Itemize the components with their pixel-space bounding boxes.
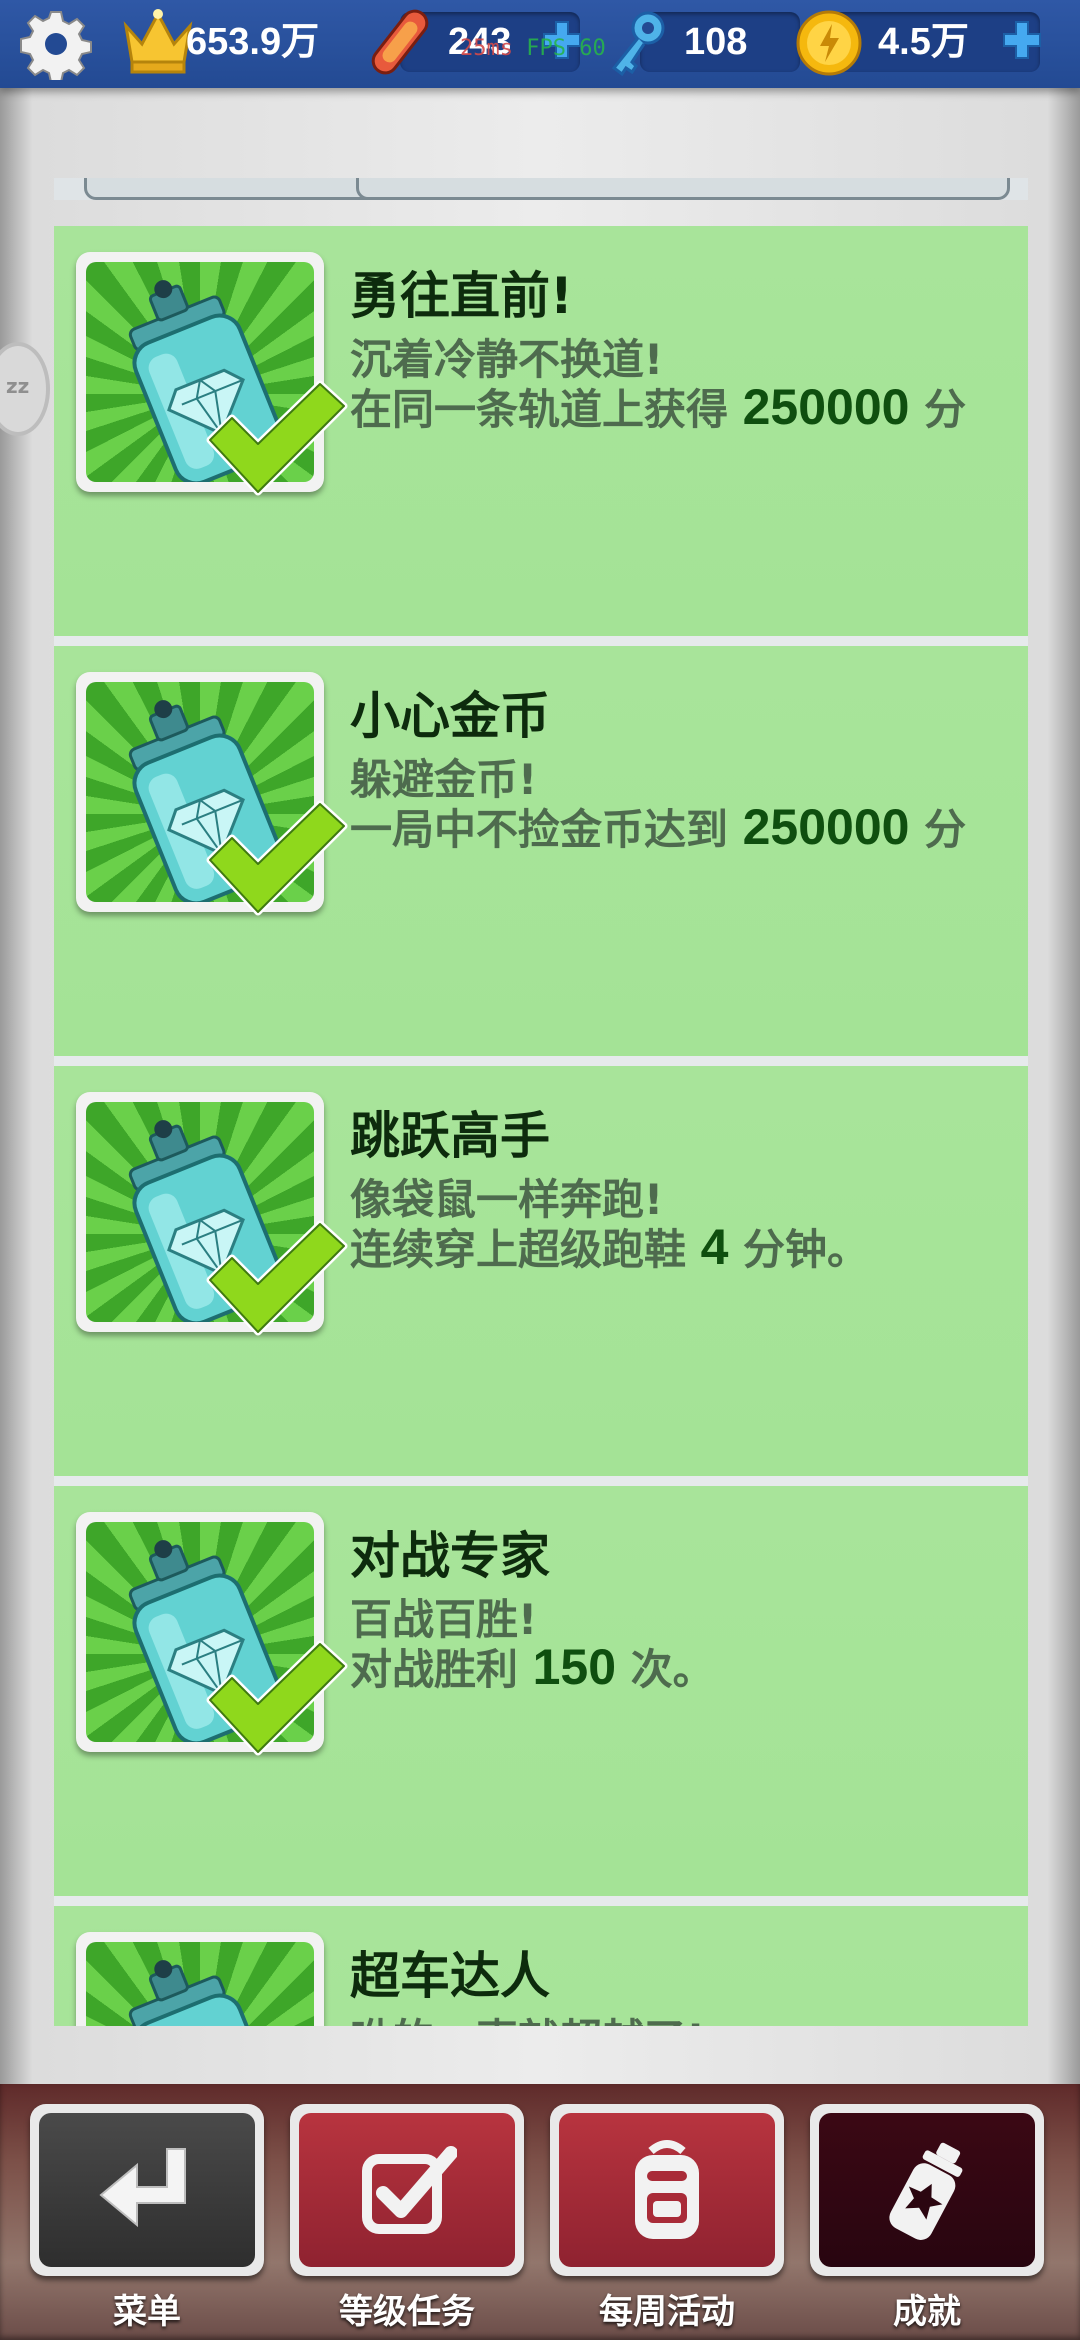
achievement-card[interactable]: 小心金币 躲避金币! 一局中不捡金币达到 250000 分 bbox=[54, 646, 1028, 1056]
achievement-requirement: 在同一条轨道上获得 250000 分 bbox=[350, 376, 966, 437]
completed-check-icon bbox=[206, 1220, 348, 1336]
side-tab-label: zz bbox=[6, 374, 30, 398]
achievement-badge bbox=[76, 1092, 348, 1336]
achievement-requirement: 连续穿上超级跑鞋 4 分钟。 bbox=[350, 1216, 869, 1277]
achievement-requirement: 一局中不捡金币达到 250000 分 bbox=[350, 796, 966, 857]
achievement-subtitle: 咻的一声就超越了! bbox=[350, 2006, 705, 2026]
gear-icon[interactable] bbox=[20, 8, 92, 80]
previous-item-peek bbox=[54, 178, 1028, 200]
achievement-title: 跳跃高手 bbox=[350, 1107, 550, 1165]
menu-button-face bbox=[39, 2113, 255, 2267]
achievement-title: 超车达人 bbox=[350, 1947, 550, 2005]
achievement-title: 对战专家 bbox=[350, 1527, 550, 1585]
key-count: 108 bbox=[684, 21, 748, 63]
top-bar: 653.9万 243 108 4.5万 25ms FPS 60 bbox=[0, 0, 1080, 88]
achievements-label: 成就 bbox=[893, 2292, 961, 2332]
requirement-value: 250000 bbox=[742, 379, 910, 435]
requirement-text: 在同一条轨道上获得 bbox=[350, 385, 743, 434]
requirement-value: 150 bbox=[532, 1639, 617, 1695]
menu-button[interactable] bbox=[30, 2104, 264, 2276]
completed-check-icon bbox=[206, 380, 348, 496]
weekly-events-button[interactable] bbox=[550, 2104, 784, 2276]
requirement-value: 4 bbox=[700, 1219, 729, 1275]
spray-can-icon bbox=[128, 1960, 284, 2026]
requirement-value: 250000 bbox=[742, 799, 910, 855]
requirement-unit: 分 bbox=[909, 385, 967, 434]
add-coins-plus-icon[interactable] bbox=[1000, 18, 1044, 62]
requirement-text: 一局中不捡金币达到 bbox=[350, 805, 743, 854]
achievement-requirement: 对战胜利 150 次。 bbox=[350, 1636, 715, 1697]
coin-icon bbox=[796, 10, 862, 76]
perf-latency: 25ms bbox=[460, 36, 513, 61]
achievement-badge bbox=[76, 252, 348, 496]
requirement-unit: 次。 bbox=[616, 1645, 715, 1694]
completed-check-icon bbox=[206, 1640, 348, 1756]
achievement-title: 小心金币 bbox=[350, 687, 550, 745]
spray-can-star-icon bbox=[889, 2142, 963, 2240]
score-value: 653.9万 bbox=[186, 21, 320, 63]
peek-slot bbox=[356, 178, 1010, 200]
weekly-events-label: 每周活动 bbox=[599, 2292, 735, 2332]
weekly-events-button-face bbox=[559, 2113, 775, 2267]
badge-background bbox=[86, 1942, 314, 2026]
achievement-list[interactable]: 勇往直前! 沉着冷静不换道! 在同一条轨道上获得 250000 分 小心金币 躲… bbox=[54, 226, 1028, 2026]
level-tasks-button-face bbox=[299, 2113, 515, 2267]
achievement-badge bbox=[76, 1932, 324, 2026]
checkbox-icon bbox=[362, 2146, 457, 2234]
hoverboard-icon bbox=[371, 9, 429, 75]
coin-count: 4.5万 bbox=[878, 21, 969, 63]
achievements-button-face bbox=[819, 2113, 1035, 2267]
achievement-card[interactable]: 跳跃高手 像袋鼠一样奔跑! 连续穿上超级跑鞋 4 分钟。 bbox=[54, 1066, 1028, 1476]
requirement-unit: 分钟。 bbox=[728, 1225, 870, 1274]
achievement-badge bbox=[76, 672, 348, 916]
return-arrow-icon bbox=[99, 2148, 186, 2228]
peek-slot bbox=[84, 178, 380, 200]
level-tasks-label: 等级任务 bbox=[339, 2292, 475, 2332]
achievements-button[interactable] bbox=[810, 2104, 1044, 2276]
requirement-text: 对战胜利 bbox=[350, 1645, 533, 1694]
key-icon bbox=[611, 11, 665, 77]
achievement-card[interactable]: 超车达人 咻的一声就超越了! bbox=[54, 1906, 1028, 2026]
achievement-card[interactable]: 勇往直前! 沉着冷静不换道! 在同一条轨道上获得 250000 分 bbox=[54, 226, 1028, 636]
perf-overlay: 25ms FPS 60 bbox=[460, 36, 606, 61]
requirement-text: 连续穿上超级跑鞋 bbox=[350, 1225, 701, 1274]
level-tasks-button[interactable] bbox=[290, 2104, 524, 2276]
crown-icon bbox=[123, 9, 193, 74]
achievement-badge bbox=[76, 1512, 348, 1756]
requirement-unit: 分 bbox=[909, 805, 967, 854]
menu-label: 菜单 bbox=[113, 2292, 181, 2332]
achievement-card[interactable]: 对战专家 百战百胜! 对战胜利 150 次。 bbox=[54, 1486, 1028, 1896]
completed-check-icon bbox=[206, 800, 348, 916]
achievement-title: 勇往直前! bbox=[350, 267, 573, 325]
perf-fps: FPS 60 bbox=[526, 36, 606, 61]
backpack-icon bbox=[635, 2140, 699, 2239]
bottom-nav: 菜单 等级任务 每周活动 成就 bbox=[0, 2084, 1080, 2340]
